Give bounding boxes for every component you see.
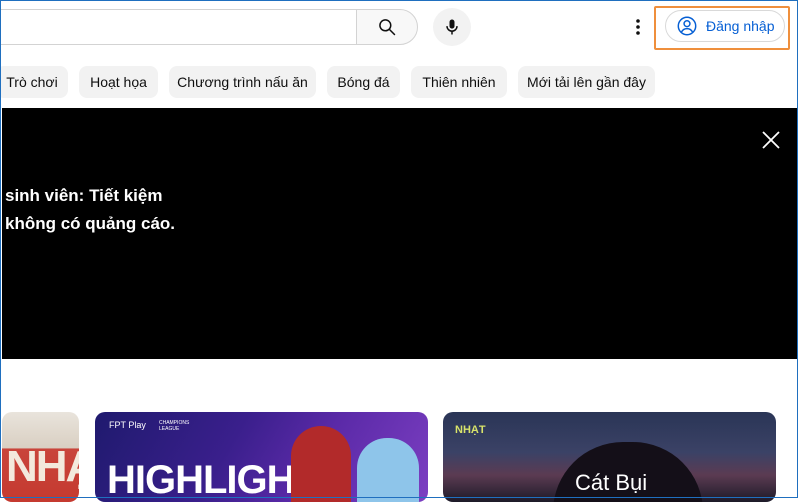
video-thumbnail[interactable]: NHẠC — [2, 412, 79, 502]
chip-moi-tai-len[interactable]: Mới tải lên gần đây — [518, 66, 655, 98]
voice-search-button[interactable] — [433, 8, 471, 46]
signin-button[interactable]: Đăng nhập — [665, 10, 785, 42]
thumbnail-text: NHẠC — [6, 442, 79, 491]
search-icon — [379, 19, 396, 36]
search-button[interactable] — [356, 9, 418, 45]
thumbnail-brand: NHẠT — [455, 424, 486, 436]
player-figure — [357, 438, 419, 502]
premium-banner[interactable]: sinh viên: Tiết kiệm không có quảng cáo. — [2, 108, 798, 359]
close-icon[interactable] — [759, 128, 783, 152]
thumbnail-sub: CHAMPIONS LEAGUE — [159, 420, 190, 432]
signin-label: Đăng nhập — [706, 18, 775, 34]
account-circle-icon — [677, 16, 697, 36]
more-options-button[interactable] — [626, 12, 650, 42]
banner-line-2: không có quảng cáo. — [5, 214, 176, 233]
thumbnail-title: Cát Bụi — [575, 470, 648, 495]
search-input[interactable] — [0, 9, 356, 45]
banner-line-1: sinh viên: Tiết kiệm — [5, 186, 163, 205]
chip-bong-da[interactable]: Bóng đá — [327, 66, 400, 98]
video-thumbnail[interactable]: FPT Play CHAMPIONS LEAGUE HIGHLIGHTS — [95, 412, 428, 502]
chip-chuong-trinh-nau-an[interactable]: Chương trình nấu ăn — [169, 66, 316, 98]
video-thumbnail[interactable]: NHẠT Cát Bụi — [443, 412, 776, 502]
category-chips: Trò chơi Hoạt họa Chương trình nấu ăn Bó… — [0, 66, 800, 98]
mic-icon — [446, 19, 458, 35]
chip-hoat-hoa[interactable]: Hoạt họa — [79, 66, 158, 98]
player-figure — [291, 426, 351, 502]
more-vert-icon — [636, 19, 640, 35]
chip-tro-choi[interactable]: Trò chơi — [0, 66, 68, 98]
chip-thien-nhien[interactable]: Thiên nhiên — [411, 66, 507, 98]
thumbnail-brand: FPT Play — [109, 420, 146, 430]
